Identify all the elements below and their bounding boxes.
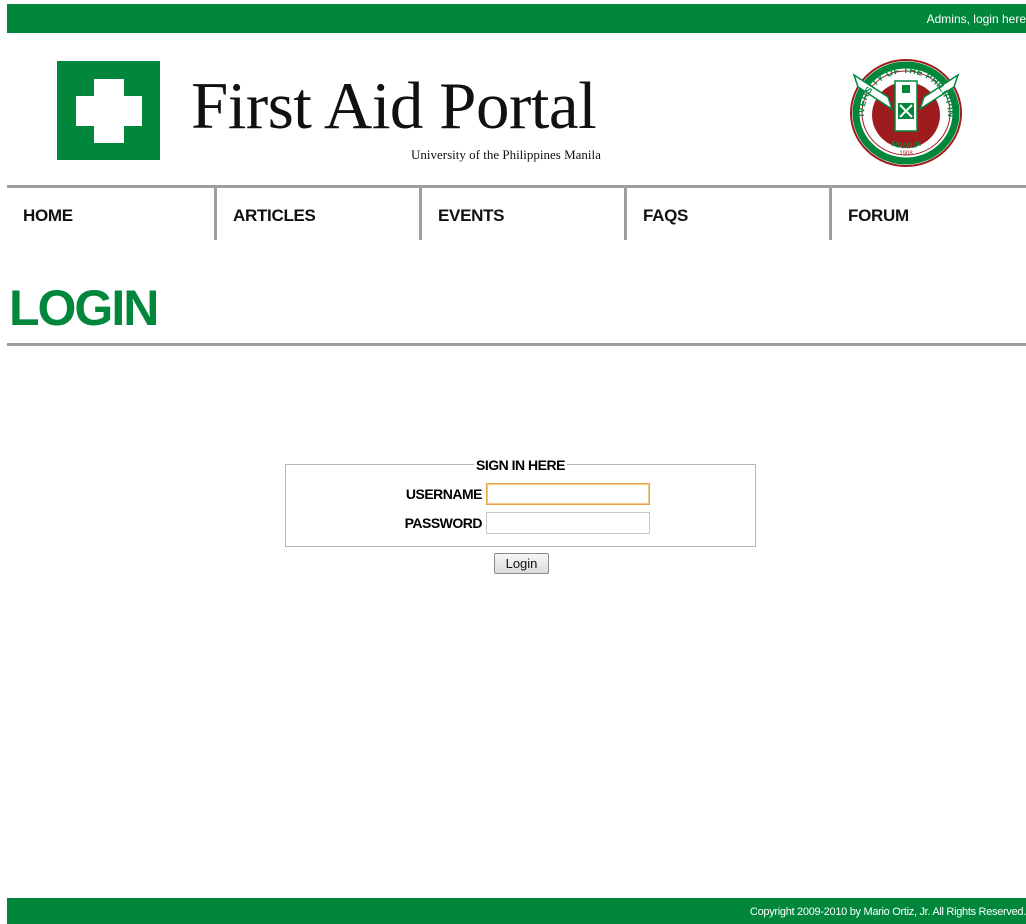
nav-item-faqs[interactable]: FAQS <box>624 188 830 240</box>
footer-bar: Copyright 2009-2010 by Mario Ortiz, Jr. … <box>7 898 1026 924</box>
nav-item-label: HOME <box>23 206 73 225</box>
copyright-text: Copyright 2009-2010 by Mario Ortiz, Jr. … <box>749 906 1026 918</box>
sign-in-fieldset: SIGN IN HERE USERNAME PASSWORD <box>285 457 756 547</box>
page-title: LOGIN <box>9 280 159 336</box>
nav-item-articles[interactable]: ARTICLES <box>214 188 420 240</box>
username-label: USERNAME <box>405 486 483 502</box>
first-aid-cross-icon <box>57 61 160 160</box>
nav-item-forum[interactable]: FORUM <box>829 188 1026 240</box>
password-label: PASSWORD <box>404 515 483 531</box>
sign-in-legend-text: SIGN IN HERE <box>474 457 567 473</box>
admin-login-link[interactable]: Admins, login here <box>927 12 1026 26</box>
sign-in-legend: SIGN IN HERE <box>286 457 755 475</box>
site-title: First Aid Portal <box>191 69 597 143</box>
heading-divider <box>7 343 1026 346</box>
nav-item-label: FAQS <box>643 206 689 225</box>
nav-item-label: FORUM <box>848 206 909 225</box>
nav-item-events[interactable]: EVENTS <box>419 188 625 240</box>
login-button[interactable]: Login <box>494 553 549 574</box>
site-subtitle: University of the Philippines Manila <box>411 147 601 162</box>
password-input[interactable] <box>486 512 650 534</box>
svg-text:1908: 1908 <box>899 151 913 157</box>
main-navigation: HOME ARTICLES EVENTS FAQS FORUM <box>7 185 1026 243</box>
nav-item-label: EVENTS <box>438 206 505 225</box>
nav-item-label: ARTICLES <box>233 206 316 225</box>
username-input[interactable] <box>486 483 650 505</box>
nav-item-home[interactable]: HOME <box>7 188 213 240</box>
up-manila-seal-icon: UNIVERSITY OF THE PHILIPPINES MANILA 190… <box>845 49 964 169</box>
top-bar: Admins, login here <box>7 4 1026 33</box>
